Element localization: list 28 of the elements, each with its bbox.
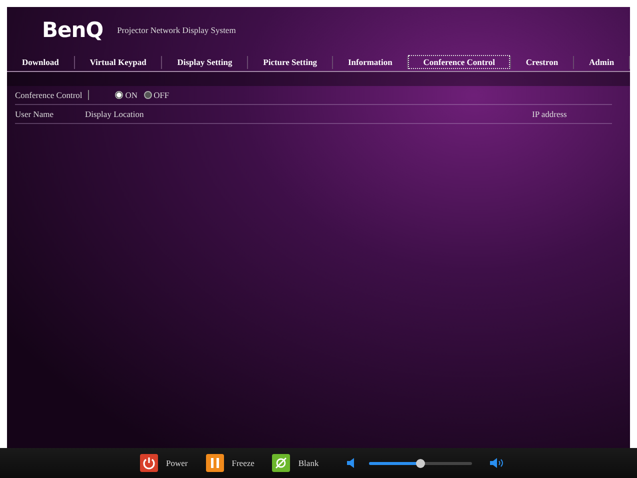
slider-thumb[interactable] — [416, 458, 426, 468]
column-header: IP address — [532, 109, 567, 119]
nav-tab[interactable]: Display Setting — [162, 55, 248, 69]
volume-low-icon[interactable] — [346, 458, 355, 468]
logo: BenQ — [42, 18, 104, 42]
volume-slider[interactable] — [368, 462, 472, 464]
nav-tab[interactable]: Virtual Keypad — [74, 55, 162, 69]
nav-tab[interactable]: Conference Control — [408, 55, 510, 69]
header-subtitle: Projector Network Display System — [117, 25, 236, 35]
conference-control-label: Conference Control — [15, 90, 90, 100]
blank-screen-icon — [272, 454, 290, 472]
radio-button[interactable] — [144, 91, 152, 99]
nav-tab[interactable]: Crestron — [510, 55, 574, 69]
nav-tab[interactable]: Admin — [574, 55, 630, 69]
column-header: User Name — [15, 109, 54, 119]
radio-label: OFF — [154, 90, 170, 100]
nav-tab[interactable]: Picture Setting — [248, 55, 332, 69]
power-icon — [140, 454, 158, 472]
radio-label: ON — [125, 90, 138, 100]
pause-icon — [206, 454, 224, 472]
power-button[interactable]: Power — [140, 454, 188, 472]
column-header: Display Location — [85, 109, 144, 119]
blank-button[interactable]: Blank — [272, 454, 319, 472]
nav-tab[interactable]: Information — [333, 55, 408, 69]
nav-tab[interactable]: Download — [7, 55, 74, 69]
volume-high-icon[interactable] — [490, 458, 504, 468]
freeze-button[interactable]: Freeze — [206, 454, 254, 472]
radio-button[interactable] — [115, 91, 124, 99]
